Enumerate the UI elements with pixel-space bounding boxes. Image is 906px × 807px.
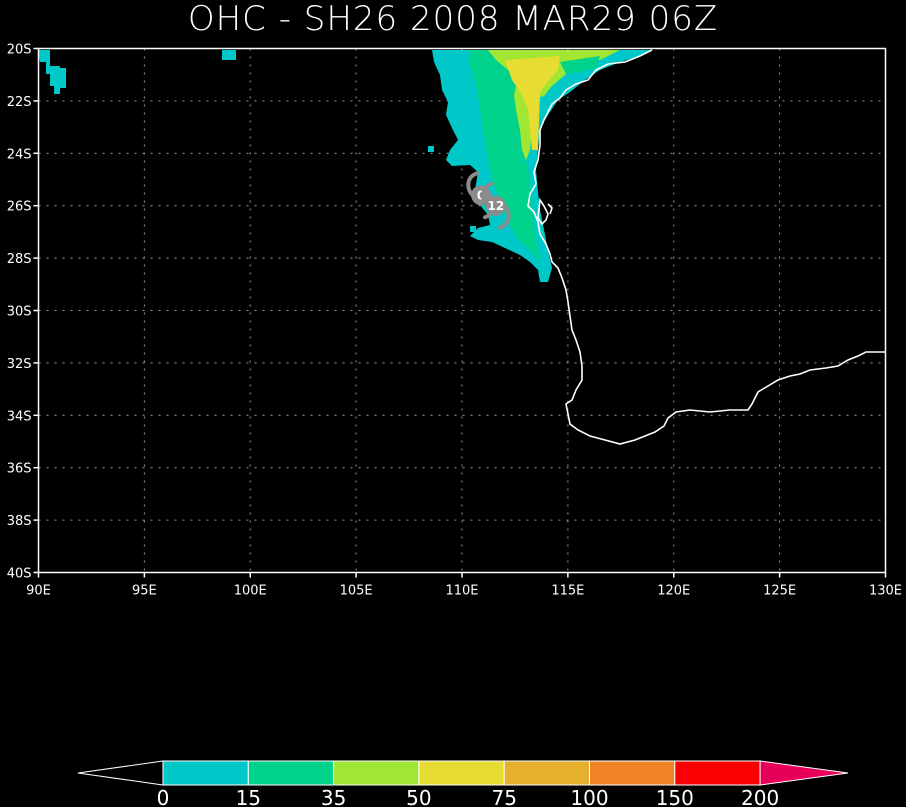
lon-tick-label: 130E (869, 584, 902, 599)
colorbar-segment (589, 760, 676, 786)
lon-tick-label: 90E (26, 584, 51, 599)
ohc-speck (222, 50, 236, 60)
lon-tick-label: 95E (132, 584, 157, 599)
ohc-patch-northwest (38, 50, 66, 94)
colorbar-label: 150 (656, 786, 694, 807)
lon-tick-label: 115E (551, 584, 584, 599)
lat-tick-label: 40S (7, 567, 32, 582)
ohc-map: 0 12 90E 95E 100E 105E 110E 115E 120E 125E 130E 20… (7, 43, 902, 807)
colorbar-lower-arrow (77, 760, 164, 786)
colorbar-segment (333, 760, 420, 786)
lat-tick-label: 20S (7, 43, 32, 58)
ohc-field-shading (38, 50, 652, 282)
lat-tick-label: 30S (7, 305, 32, 320)
lat-tick-label: 24S (7, 147, 32, 162)
colorbar-segment (418, 760, 505, 786)
lon-tick-label: 125E (763, 584, 796, 599)
track-time-label: 12 (488, 199, 505, 213)
colorbar-label: 35 (321, 786, 346, 807)
colorbar-upper-arrow (759, 760, 849, 786)
lat-tick-label: 28S (7, 252, 32, 267)
lat-tick-label: 22S (7, 95, 32, 110)
lat-tick-label: 36S (7, 462, 32, 477)
colorbar-label: 0 (157, 786, 170, 807)
lat-tick-label: 32S (7, 357, 32, 372)
colorbar-label: 100 (570, 786, 608, 807)
colorbar-segment (162, 760, 249, 786)
australia-coastline (527, 49, 886, 445)
lat-tick-label: 26S (7, 200, 32, 215)
colorbar-label: 15 (236, 786, 261, 807)
colorbar-label: 75 (491, 786, 516, 807)
lon-tick-label: 120E (657, 584, 690, 599)
colorbar-segment (247, 760, 335, 786)
colorbar-label: 200 (741, 786, 779, 807)
colorbar-segment (503, 760, 591, 786)
colorbar-label: 50 (406, 786, 431, 807)
coastline (527, 49, 886, 445)
lon-tick-label: 110E (445, 584, 478, 599)
colorbar-segment (674, 760, 761, 786)
lon-tick-label: 105E (340, 584, 373, 599)
lat-tick-label: 34S (7, 409, 32, 424)
lat-tick-label: 38S (7, 514, 32, 529)
ohc-speck-2 (428, 146, 434, 152)
colorbar: 0 15 35 50 75 100 150 200 (77, 760, 849, 807)
lon-tick-label: 100E (234, 584, 267, 599)
ohc-speck-3 (470, 226, 476, 232)
